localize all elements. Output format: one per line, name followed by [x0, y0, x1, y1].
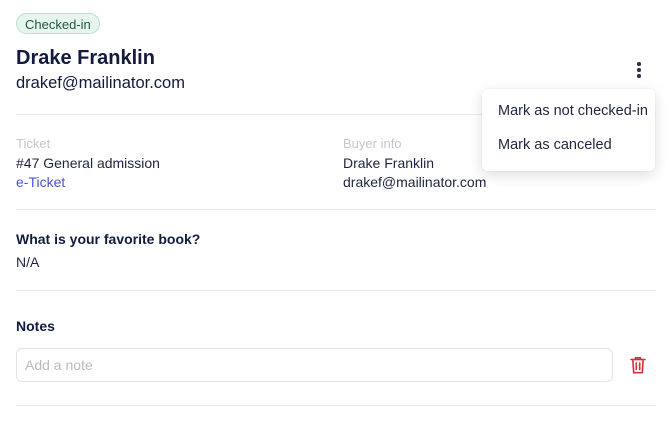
status-badge: Checked-in [16, 13, 100, 34]
notes-label: Notes [16, 318, 55, 334]
buyer-email: drakef@mailinator.com [343, 174, 487, 190]
attendee-email: drakef@mailinator.com [16, 74, 185, 92]
ticket-label: Ticket [16, 136, 51, 151]
ticket-value: #47 General admission [16, 155, 160, 171]
divider [16, 290, 656, 291]
divider [16, 405, 656, 406]
divider [16, 209, 656, 210]
menu-item-mark-not-checked-in[interactable]: Mark as not checked-in [498, 103, 648, 119]
trash-icon[interactable] [629, 355, 647, 375]
attendee-name: Drake Franklin [16, 47, 155, 69]
more-vertical-icon[interactable] [630, 61, 648, 79]
e-ticket-link[interactable]: e-Ticket [16, 174, 65, 190]
actions-dropdown-menu: Mark as not checked-in Mark as canceled [482, 89, 655, 171]
note-input[interactable] [16, 348, 613, 382]
question-answer: N/A [16, 254, 40, 270]
buyer-name: Drake Franklin [343, 155, 435, 171]
menu-item-mark-canceled[interactable]: Mark as canceled [498, 137, 612, 153]
question-text: What is your favorite book? [16, 231, 201, 247]
buyer-info-label: Buyer info [343, 136, 402, 151]
